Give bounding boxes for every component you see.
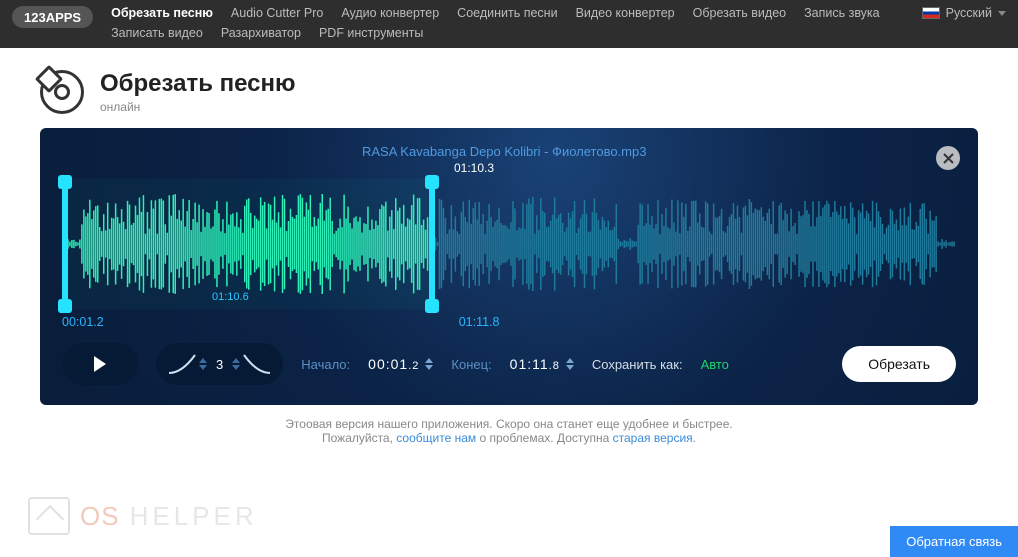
start-field-label: Начало:: [301, 357, 350, 372]
filename-label: RASA Kavabanga Depo Kolibri - Фиолетово.…: [362, 144, 646, 159]
language-selector[interactable]: Русский: [922, 6, 1006, 20]
language-label: Русский: [946, 6, 992, 20]
playhead-time: 01:10.3: [454, 161, 956, 175]
fade-out-stepper[interactable]: [232, 358, 240, 370]
top-navbar: 123APPS Обрезать песню Audio Cutter Pro …: [0, 0, 1018, 48]
play-button[interactable]: [62, 343, 138, 385]
nav-record-video[interactable]: Записать видео: [111, 26, 203, 40]
cursor-icon: [28, 497, 70, 535]
nav-video-converter[interactable]: Видео конвертер: [576, 6, 675, 20]
page-title: Обрезать песню: [100, 70, 296, 98]
format-select[interactable]: Авто: [701, 357, 729, 372]
footer-note: Этоовая версия нашего приложения. Скоро …: [0, 417, 1018, 445]
disc-cut-icon: [40, 70, 84, 114]
nav-join-songs[interactable]: Соединить песни: [457, 6, 557, 20]
selection-end-handle[interactable]: [429, 179, 435, 309]
chevron-down-icon: [998, 11, 1006, 16]
start-time-stepper[interactable]: [425, 358, 433, 370]
nav-audio-converter[interactable]: Аудио конвертер: [341, 6, 439, 20]
fade-in-stepper[interactable]: [199, 358, 207, 370]
fade-in-icon[interactable]: [168, 354, 196, 374]
timeline-tick: 01:10.6: [212, 291, 249, 303]
nav-cut-song[interactable]: Обрезать песню: [111, 6, 213, 20]
end-time-stepper[interactable]: [566, 358, 574, 370]
flag-icon: [922, 7, 940, 19]
nav-pdf-tools[interactable]: PDF инструменты: [319, 26, 423, 40]
nav-record-audio[interactable]: Запись звука: [804, 6, 880, 20]
site-logo[interactable]: 123APPS: [12, 6, 93, 28]
audio-editor-panel: RASA Kavabanga Depo Kolibri - Фиолетово.…: [40, 128, 978, 405]
fade-seconds: 3: [210, 357, 229, 372]
end-time-field[interactable]: 01:11.8: [510, 356, 574, 372]
selection-start-time: 00:01.2: [62, 315, 104, 329]
feedback-button[interactable]: Обратная связь: [890, 526, 1018, 557]
watermark: OS HELPER: [28, 497, 258, 535]
nav-trim-video[interactable]: Обрезать видео: [693, 6, 786, 20]
close-icon: [943, 153, 954, 164]
selection-time-labels: 00:01.2 01:11.8: [62, 315, 956, 329]
start-time-field[interactable]: 00:01.2: [368, 356, 433, 372]
page-subtitle: онлайн: [100, 100, 296, 114]
end-field-label: Конец:: [451, 357, 491, 372]
cut-button[interactable]: Обрезать: [842, 346, 956, 382]
fade-out-icon[interactable]: [243, 354, 271, 374]
page-header: Обрезать песню онлайн: [0, 48, 1018, 128]
old-version-link[interactable]: старая версия: [613, 431, 693, 445]
selection-end-time: 01:11.8: [459, 315, 500, 329]
selection-start-handle[interactable]: [62, 179, 68, 309]
waveform-area[interactable]: 01:10.6: [62, 179, 956, 309]
close-button[interactable]: [936, 146, 960, 170]
nav-audio-cutter-pro[interactable]: Audio Cutter Pro: [231, 6, 323, 20]
report-link[interactable]: сообщите нам: [396, 431, 476, 445]
selection-overlay: [62, 179, 429, 309]
save-as-label: Сохранить как:: [592, 357, 683, 372]
nav-links: Обрезать песню Audio Cutter Pro Аудио ко…: [111, 6, 922, 40]
nav-unarchiver[interactable]: Разархиватор: [221, 26, 301, 40]
play-icon: [94, 356, 106, 372]
controls-bar: 3 Начало: 00:01.2 Конец: 01:11.8 Сохрани…: [62, 343, 956, 385]
fade-group: 3: [156, 343, 283, 385]
